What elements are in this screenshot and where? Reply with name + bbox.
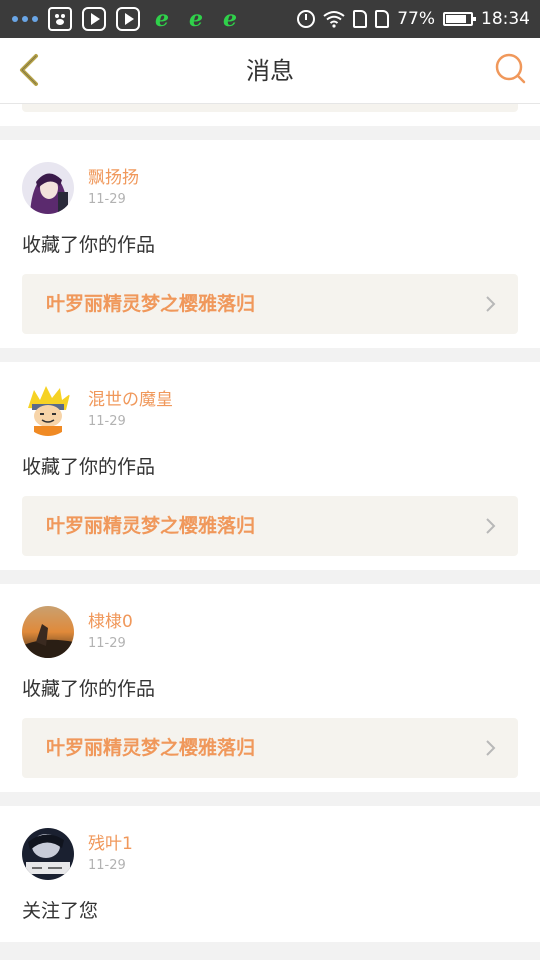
clock: 18:34 [481, 9, 530, 29]
chevron-right-icon [486, 296, 496, 312]
work-title: 叶罗丽精灵梦之樱雅落归 [46, 293, 256, 315]
message-card: 残叶1 11-29 关注了您 [0, 806, 540, 942]
user-row: 残叶1 11-29 [22, 828, 518, 880]
username[interactable]: 残叶1 [88, 834, 133, 854]
username[interactable]: 混世の魔皇 [88, 390, 173, 410]
avatar[interactable] [22, 384, 74, 436]
message-card: 飘扬扬 11-29 收藏了你的作品 叶罗丽精灵梦之樱雅落归 [0, 140, 540, 348]
baidu-icon [48, 7, 72, 31]
user-row: 飘扬扬 11-29 [22, 162, 518, 214]
browser-icon: e [155, 6, 169, 32]
message-date: 11-29 [88, 192, 126, 207]
username[interactable]: 飘扬扬 [88, 168, 139, 188]
alarm-icon [297, 10, 316, 28]
work-title: 叶罗丽精灵梦之樱雅落归 [46, 515, 256, 537]
sim-card-icon [353, 10, 368, 28]
sim-card-icon-2 [375, 10, 390, 28]
username[interactable]: 棣棣0 [88, 612, 133, 632]
wifi-icon [323, 11, 345, 28]
user-row: 混世の魔皇 11-29 [22, 384, 518, 436]
search-icon [495, 53, 526, 84]
user-row: 棣棣0 11-29 [22, 606, 518, 658]
avatar[interactable] [22, 828, 74, 880]
avatar[interactable] [22, 162, 74, 214]
header: 消息 [0, 38, 540, 104]
chevron-right-icon [486, 518, 496, 534]
message-date: 11-29 [88, 636, 126, 651]
work-link[interactable]: 叶罗丽精灵梦之樱雅落归 [22, 496, 518, 556]
message-date: 11-29 [88, 858, 126, 873]
work-link[interactable]: 叶罗丽精灵梦之樱雅落归 [22, 718, 518, 778]
work-link[interactable]: 叶罗丽精灵梦之樱雅落归 [22, 274, 518, 334]
status-bar: e e e 77% 18:34 [0, 0, 540, 38]
video-app-icon [82, 7, 106, 31]
browser-icon-2: e [189, 6, 203, 32]
previous-message-partial [0, 104, 540, 126]
action-text: 收藏了你的作品 [22, 678, 156, 700]
work-title: 叶罗丽精灵梦之樱雅落归 [46, 737, 256, 759]
battery-percentage: 77% [397, 9, 435, 29]
avatar[interactable] [22, 606, 74, 658]
message-card: 棣棣0 11-29 收藏了你的作品 叶罗丽精灵梦之樱雅落归 [0, 584, 540, 792]
chevron-right-icon [486, 740, 496, 756]
video-app-icon-2 [116, 7, 140, 31]
system-icons: 77% 18:34 [297, 0, 530, 38]
action-text: 收藏了你的作品 [22, 456, 156, 478]
page-title: 消息 [246, 57, 294, 85]
message-list: 飘扬扬 11-29 收藏了你的作品 叶罗丽精灵梦之樱雅落归 混世の魔皇 11-2… [0, 104, 540, 942]
notification-icons: e e e [12, 0, 242, 38]
action-text: 收藏了你的作品 [22, 234, 156, 256]
action-text: 关注了您 [22, 900, 99, 922]
more-dots-icon [12, 16, 38, 22]
message-date: 11-29 [88, 414, 126, 429]
browser-icon-3: e [223, 6, 237, 32]
search-button[interactable] [494, 52, 528, 86]
battery-icon [443, 12, 476, 26]
message-card: 混世の魔皇 11-29 收藏了你的作品 叶罗丽精灵梦之樱雅落归 [0, 362, 540, 570]
